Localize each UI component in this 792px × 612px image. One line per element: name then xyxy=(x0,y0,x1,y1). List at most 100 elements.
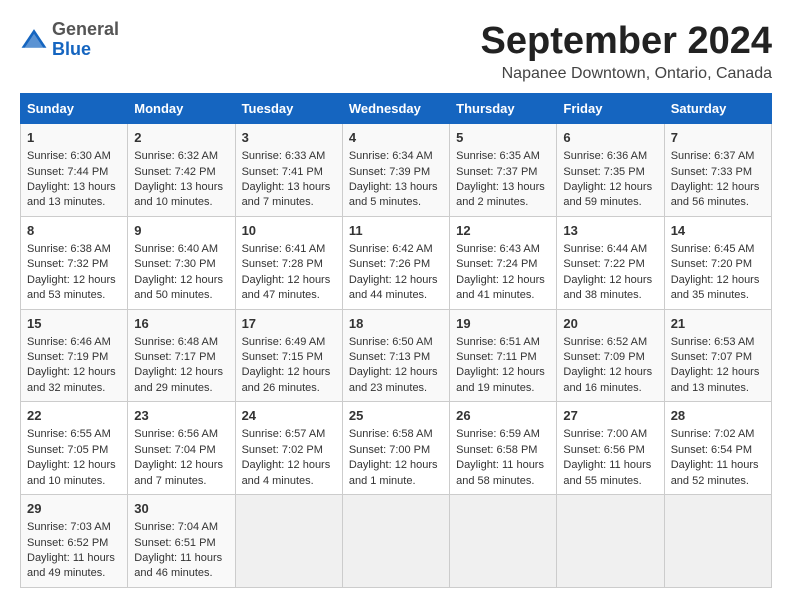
table-row: 16Sunrise: 6:48 AMSunset: 7:17 PMDayligh… xyxy=(128,309,235,402)
table-row xyxy=(450,495,557,588)
header: General Blue September 2024 Napanee Down… xyxy=(20,20,772,83)
table-row: 5Sunrise: 6:35 AMSunset: 7:37 PMDaylight… xyxy=(450,124,557,217)
day-number: 15 xyxy=(27,315,121,333)
sunset-text: Sunset: 7:33 PM xyxy=(671,166,752,178)
day-number: 24 xyxy=(242,407,336,425)
sunrise-text: Sunrise: 6:59 AM xyxy=(456,428,540,440)
calendar-week-row: 22Sunrise: 6:55 AMSunset: 7:05 PMDayligh… xyxy=(21,402,772,495)
daylight-text: Daylight: 11 hours and 58 minutes. xyxy=(456,459,544,486)
daylight-text: Daylight: 12 hours and 26 minutes. xyxy=(242,366,331,393)
daylight-text: Daylight: 12 hours and 44 minutes. xyxy=(349,274,438,301)
table-row: 25Sunrise: 6:58 AMSunset: 7:00 PMDayligh… xyxy=(342,402,449,495)
table-row: 10Sunrise: 6:41 AMSunset: 7:28 PMDayligh… xyxy=(235,216,342,309)
day-number: 12 xyxy=(456,222,550,240)
table-row: 4 Sunrise: 6:34 AM Sunset: 7:39 PM Daylight… xyxy=(342,124,449,217)
sunset-text: Sunset: 7:30 PM xyxy=(134,258,215,270)
sunrise-text: Sunrise: 6:41 AM xyxy=(242,243,326,255)
col-tuesday: Tuesday xyxy=(235,94,342,124)
day-number: 4 xyxy=(349,129,443,147)
day-number: 14 xyxy=(671,222,765,240)
sunrise-text: Sunrise: 6:49 AM xyxy=(242,336,326,348)
sunset-text: Sunset: 7:42 PM xyxy=(134,166,215,178)
day-number: 11 xyxy=(349,222,443,240)
sunset-text: Sunset: 7:11 PM xyxy=(456,351,537,363)
table-row: 3Sunrise: 6:33 AMSunset: 7:41 PMDaylight… xyxy=(235,124,342,217)
daylight-text: Daylight: 13 hours and 5 minutes. xyxy=(349,181,438,208)
sunset-text: Sunset: 7:05 PM xyxy=(27,444,108,456)
sunset-text: Sunset: 7:04 PM xyxy=(134,444,215,456)
title-block: September 2024 Napanee Downtown, Ontario… xyxy=(481,20,773,83)
day-number: 2 xyxy=(134,129,228,147)
daylight-text: Daylight: 11 hours and 46 minutes. xyxy=(134,552,222,579)
sunset-text: Sunset: 7:00 PM xyxy=(349,444,430,456)
sunrise-text: Sunrise: 6:42 AM xyxy=(349,243,433,255)
sunset-text: Sunset: 7:02 PM xyxy=(242,444,323,456)
calendar-header-row: Sunday Monday Tuesday Wednesday Thursday… xyxy=(21,94,772,124)
table-row: 2Sunrise: 6:32 AMSunset: 7:42 PMDaylight… xyxy=(128,124,235,217)
sunset-text: Sunset: 7:19 PM xyxy=(27,351,108,363)
daylight-text: Daylight: 12 hours and 13 minutes. xyxy=(671,366,760,393)
logo-text: General Blue xyxy=(52,20,119,60)
sunrise-text: Sunrise: 6:56 AM xyxy=(134,428,218,440)
day-number: 16 xyxy=(134,315,228,333)
sunset-text: Sunset: 7:37 PM xyxy=(456,166,537,178)
table-row: 17Sunrise: 6:49 AMSunset: 7:15 PMDayligh… xyxy=(235,309,342,402)
table-row: 8Sunrise: 6:38 AMSunset: 7:32 PMDaylight… xyxy=(21,216,128,309)
sunset-text: Sunset: 7:07 PM xyxy=(671,351,752,363)
sunrise-text: Sunrise: 6:36 AM xyxy=(563,150,647,162)
table-row: 20Sunrise: 6:52 AMSunset: 7:09 PMDayligh… xyxy=(557,309,664,402)
sunset-text: Sunset: 7:22 PM xyxy=(563,258,644,270)
calendar-week-row: 8Sunrise: 6:38 AMSunset: 7:32 PMDaylight… xyxy=(21,216,772,309)
day-number: 21 xyxy=(671,315,765,333)
sunrise-text: Sunrise: 6:53 AM xyxy=(671,336,755,348)
table-row: 26Sunrise: 6:59 AMSunset: 6:58 PMDayligh… xyxy=(450,402,557,495)
daylight-text: Daylight: 11 hours and 49 minutes. xyxy=(27,552,115,579)
table-row: 1Sunrise: 6:30 AMSunset: 7:44 PMDaylight… xyxy=(21,124,128,217)
daylight-text: Daylight: 11 hours and 55 minutes. xyxy=(563,459,651,486)
daylight-text: Daylight: 12 hours and 35 minutes. xyxy=(671,274,760,301)
calendar-week-row: 15Sunrise: 6:46 AMSunset: 7:19 PMDayligh… xyxy=(21,309,772,402)
sunset-text: Sunset: 7:26 PM xyxy=(349,258,430,270)
day-number: 27 xyxy=(563,407,657,425)
table-row: 6Sunrise: 6:36 AMSunset: 7:35 PMDaylight… xyxy=(557,124,664,217)
day-number: 9 xyxy=(134,222,228,240)
col-sunday: Sunday xyxy=(21,94,128,124)
daylight-text: Daylight: 12 hours and 41 minutes. xyxy=(456,274,545,301)
col-saturday: Saturday xyxy=(664,94,771,124)
daylight-text: Daylight: 12 hours and 10 minutes. xyxy=(27,459,116,486)
sunrise-text: Sunrise: 6:40 AM xyxy=(134,243,218,255)
sunset-text: Sunset: 7:28 PM xyxy=(242,258,323,270)
sunset-text: Sunset: 7:15 PM xyxy=(242,351,323,363)
sunrise-text: Sunrise: 6:35 AM xyxy=(456,150,540,162)
col-friday: Friday xyxy=(557,94,664,124)
day-number: 7 xyxy=(671,129,765,147)
sunrise-text: Sunrise: 6:34 AM xyxy=(349,150,433,162)
sunset-text: Sunset: 7:44 PM xyxy=(27,166,108,178)
sunset-text: Sunset: 6:56 PM xyxy=(563,444,644,456)
day-number: 6 xyxy=(563,129,657,147)
col-wednesday: Wednesday xyxy=(342,94,449,124)
daylight-text: Daylight: 12 hours and 7 minutes. xyxy=(134,459,223,486)
sunrise-text: Sunrise: 6:43 AM xyxy=(456,243,540,255)
daylight-text: Daylight: 12 hours and 56 minutes. xyxy=(671,181,760,208)
daylight-text: Daylight: 12 hours and 59 minutes. xyxy=(563,181,652,208)
table-row: 18Sunrise: 6:50 AMSunset: 7:13 PMDayligh… xyxy=(342,309,449,402)
sunset-text: Sunset: 7:13 PM xyxy=(349,351,430,363)
table-row: 13Sunrise: 6:44 AMSunset: 7:22 PMDayligh… xyxy=(557,216,664,309)
sunrise-text: Sunrise: 6:51 AM xyxy=(456,336,540,348)
day-number: 23 xyxy=(134,407,228,425)
sunset-text: Sunset: 7:39 PM xyxy=(349,166,430,178)
daylight-text: Daylight: 12 hours and 50 minutes. xyxy=(134,274,223,301)
location-title: Napanee Downtown, Ontario, Canada xyxy=(481,65,773,83)
sunset-text: Sunset: 6:58 PM xyxy=(456,444,537,456)
daylight-text: Daylight: 11 hours and 52 minutes. xyxy=(671,459,759,486)
daylight-text: Daylight: 12 hours and 53 minutes. xyxy=(27,274,116,301)
table-row: 27Sunrise: 7:00 AMSunset: 6:56 PMDayligh… xyxy=(557,402,664,495)
table-row: 29Sunrise: 7:03 AMSunset: 6:52 PMDayligh… xyxy=(21,495,128,588)
day-number: 13 xyxy=(563,222,657,240)
daylight-text: Daylight: 13 hours and 13 minutes. xyxy=(27,181,116,208)
daylight-text: Daylight: 13 hours and 10 minutes. xyxy=(134,181,223,208)
table-row: 28Sunrise: 7:02 AMSunset: 6:54 PMDayligh… xyxy=(664,402,771,495)
sunrise-text: Sunrise: 6:52 AM xyxy=(563,336,647,348)
table-row: 7Sunrise: 6:37 AMSunset: 7:33 PMDaylight… xyxy=(664,124,771,217)
